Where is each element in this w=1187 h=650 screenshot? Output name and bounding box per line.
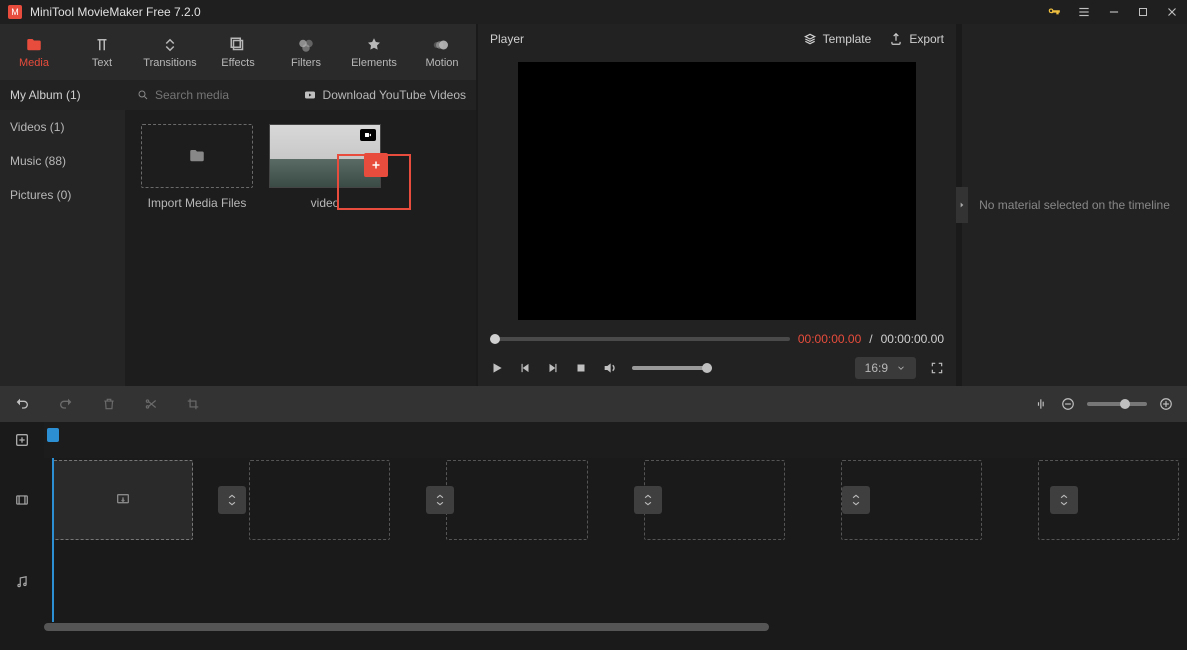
timeline-slot[interactable] <box>446 460 587 540</box>
zoom-out-button[interactable] <box>1061 397 1075 411</box>
prev-frame-button[interactable] <box>518 361 532 375</box>
maximize-button[interactable] <box>1137 6 1149 18</box>
close-button[interactable] <box>1165 5 1179 19</box>
category-tabs: Media Text Transitions Effects Filters E… <box>0 24 476 80</box>
time-current: 00:00:00.00 <box>798 332 861 346</box>
export-icon <box>889 32 903 46</box>
export-button[interactable]: Export <box>889 32 944 46</box>
split-button[interactable] <box>144 396 158 412</box>
audio-track-icon <box>0 574 44 590</box>
delete-button[interactable] <box>102 396 116 412</box>
stop-button[interactable] <box>574 361 588 375</box>
key-icon[interactable] <box>1047 5 1061 19</box>
template-icon <box>803 32 817 46</box>
timeline-slot[interactable] <box>52 460 193 540</box>
search-icon <box>137 89 149 101</box>
sidebar-item-pictures[interactable]: Pictures (0) <box>0 178 125 212</box>
playhead-line-audio <box>52 542 54 622</box>
volume-slider[interactable] <box>632 366 712 370</box>
timeline[interactable] <box>0 422 1187 650</box>
expand-panel-button[interactable] <box>956 187 968 223</box>
youtube-icon <box>303 89 317 101</box>
tab-transitions[interactable]: Transitions <box>136 24 204 80</box>
zoom-slider[interactable] <box>1087 402 1147 406</box>
transition-placeholder[interactable] <box>426 486 454 514</box>
title-bar: M MiniTool MovieMaker Free 7.2.0 <box>0 0 1187 24</box>
chevron-down-icon <box>896 363 906 373</box>
app-logo-icon: M <box>8 5 22 19</box>
timeline-toolbar <box>0 386 1187 422</box>
timeline-slot[interactable] <box>644 460 785 540</box>
transition-placeholder[interactable] <box>842 486 870 514</box>
add-to-timeline-button[interactable] <box>364 153 388 177</box>
minimize-button[interactable] <box>1107 5 1121 19</box>
undo-button[interactable] <box>14 396 30 412</box>
volume-button[interactable] <box>602 360 618 376</box>
video-track-icon <box>0 493 44 507</box>
transitions-icon <box>161 36 179 54</box>
audio-toggle-button[interactable] <box>1035 396 1049 412</box>
import-media-button[interactable]: Import Media Files <box>141 124 253 210</box>
player-title: Player <box>490 32 785 46</box>
text-icon <box>93 36 111 54</box>
sidebar-item-music[interactable]: Music (88) <box>0 144 125 178</box>
media-clip[interactable]: video <box>269 124 381 210</box>
motion-icon <box>433 36 451 54</box>
template-button[interactable]: Template <box>803 32 872 46</box>
properties-panel: No material selected on the timeline <box>962 24 1187 386</box>
video-badge-icon <box>360 129 376 141</box>
fullscreen-button[interactable] <box>930 361 944 375</box>
no-selection-message: No material selected on the timeline <box>979 198 1170 212</box>
transition-placeholder[interactable] <box>218 486 246 514</box>
effects-icon <box>229 36 247 54</box>
aspect-ratio-select[interactable]: 16:9 <box>855 357 916 379</box>
tab-effects[interactable]: Effects <box>204 24 272 80</box>
import-label: Import Media Files <box>148 196 247 210</box>
add-track-button[interactable] <box>0 422 44 458</box>
transition-placeholder[interactable] <box>634 486 662 514</box>
window-title: MiniTool MovieMaker Free 7.2.0 <box>30 5 1047 19</box>
filters-icon <box>297 36 315 54</box>
next-frame-button[interactable] <box>546 361 560 375</box>
tab-motion[interactable]: Motion <box>408 24 476 80</box>
download-youtube-button[interactable]: Download YouTube Videos <box>303 88 476 102</box>
transition-placeholder[interactable] <box>1050 486 1078 514</box>
tab-text[interactable]: Text <box>68 24 136 80</box>
timeline-slot[interactable] <box>249 460 390 540</box>
playback-progress[interactable] <box>490 337 790 341</box>
player-preview <box>518 62 916 320</box>
album-label[interactable]: My Album (1) <box>0 88 125 102</box>
tab-media[interactable]: Media <box>0 24 68 80</box>
folder-add-icon <box>186 147 208 165</box>
time-total: 00:00:00.00 <box>881 332 944 346</box>
elements-icon <box>365 36 383 54</box>
media-sidebar: Videos (1) Music (88) Pictures (0) <box>0 110 125 386</box>
zoom-in-button[interactable] <box>1159 397 1173 411</box>
play-button[interactable] <box>490 361 504 375</box>
timeline-scrollbar[interactable] <box>0 622 1187 632</box>
search-input[interactable] <box>155 88 275 102</box>
redo-button[interactable] <box>58 396 74 412</box>
tab-filters[interactable]: Filters <box>272 24 340 80</box>
clip-label: video <box>311 196 340 210</box>
menu-icon[interactable] <box>1077 5 1091 19</box>
tab-elements[interactable]: Elements <box>340 24 408 80</box>
playhead-line-video <box>52 458 54 542</box>
crop-button[interactable] <box>186 397 200 411</box>
folder-icon <box>25 36 43 54</box>
sidebar-item-videos[interactable]: Videos (1) <box>0 110 125 144</box>
drop-media-icon <box>114 492 132 508</box>
